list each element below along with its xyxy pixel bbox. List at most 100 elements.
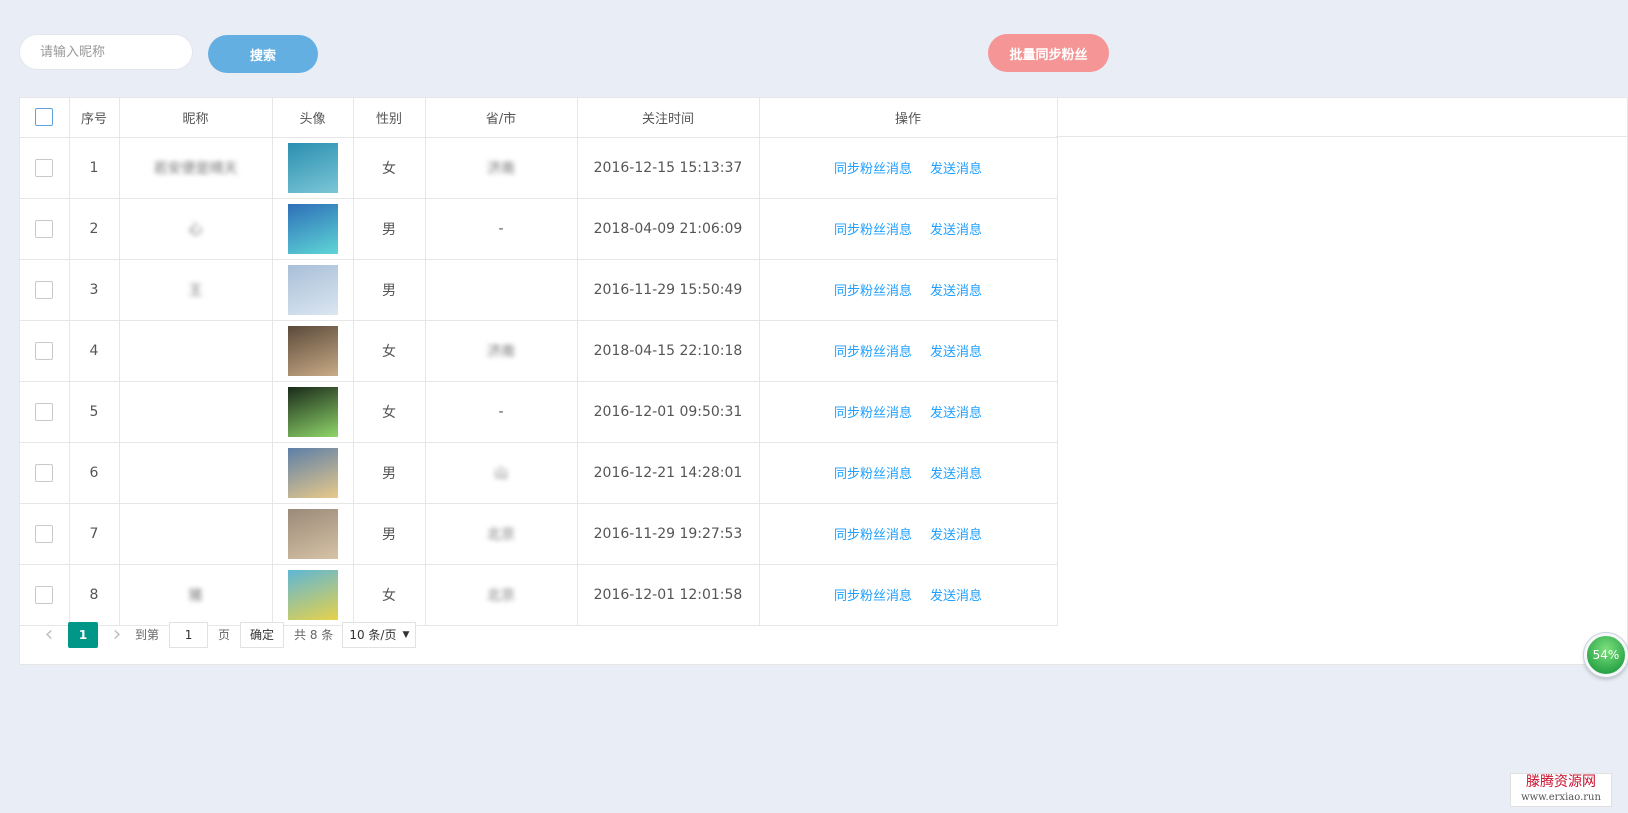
row-follow-time: 2016-11-29 15:50:49: [576, 258, 760, 321]
send-message-link[interactable]: 发送消息: [930, 162, 982, 177]
row-avatar-cell: [271, 197, 354, 260]
row-gender: 女: [352, 319, 426, 382]
table-row: 2 心 男 - 2018-04-09 21:06:09 同步粉丝消息 发送消息: [20, 197, 1058, 260]
row-select-cell: [20, 319, 70, 382]
sync-fan-message-link[interactable]: 同步粉丝消息: [834, 345, 912, 360]
select-all-checkbox[interactable]: [35, 108, 54, 127]
row-avatar-cell: [271, 136, 354, 199]
progress-label: 54%: [1592, 648, 1620, 662]
fans-table: 序号 昵称 头像 性别 省/市 关注时间 操作 1 若安便是晴天女济南 2016-1…: [20, 98, 1058, 626]
table-row: 6 男 山 2016-12-21 14:28:01 同步粉丝消息 发送消息: [20, 441, 1058, 504]
row-region: 北京: [424, 502, 578, 565]
row-region: 山: [424, 441, 578, 504]
row-actions: 同步粉丝消息 发送消息: [758, 380, 1058, 443]
nickname-text: 若安便是晴天: [153, 160, 238, 177]
avatar: [287, 508, 338, 559]
row-region: 济南: [424, 319, 578, 382]
column-header-index: 序号: [68, 98, 120, 138]
prev-page-icon[interactable]: ‹: [36, 623, 62, 645]
row-index: 2: [68, 197, 120, 260]
row-gender: 男: [352, 197, 426, 260]
goto-page-input[interactable]: [169, 621, 209, 648]
search-button[interactable]: 搜索: [208, 35, 318, 73]
row-checkbox[interactable]: [35, 463, 54, 482]
row-actions: 同步粉丝消息 发送消息: [758, 502, 1058, 565]
send-message-link[interactable]: 发送消息: [930, 345, 982, 360]
row-gender: 女: [352, 136, 426, 199]
page-suffix-label: 页: [218, 628, 231, 642]
region-text: 北京: [487, 526, 515, 543]
page-size-select[interactable]: 10 条/页 ▼: [342, 621, 417, 648]
sync-fan-message-link[interactable]: 同步粉丝消息: [834, 284, 912, 299]
total-count-label: 共 8 条: [294, 628, 334, 642]
table-header-filler: [1056, 98, 1627, 137]
send-message-link[interactable]: 发送消息: [930, 223, 982, 238]
row-gender: 女: [352, 380, 426, 443]
next-page-icon[interactable]: ›: [104, 623, 130, 645]
row-select-cell: [20, 258, 70, 321]
nickname-text: 猪: [188, 587, 203, 604]
table-row: 1 若安便是晴天 女 济南 2016-12-15 15:13:37 同步粉丝消息 发送消息: [20, 136, 1058, 199]
row-nickname: [118, 441, 273, 504]
table-row: 3 王 男 2016-11-29 15:50:49 同步粉丝消息 发送消息: [20, 258, 1058, 321]
row-select-cell: [20, 380, 70, 443]
progress-ball[interactable]: 54%: [1584, 633, 1628, 677]
region-text: 山: [494, 465, 508, 482]
row-select-cell: [20, 136, 70, 199]
avatar: [287, 447, 338, 498]
region-text: 济南: [487, 160, 515, 177]
avatar: [287, 325, 338, 376]
row-follow-time: 2016-12-01 09:50:31: [576, 380, 760, 443]
sync-fan-message-link[interactable]: 同步粉丝消息: [834, 528, 912, 543]
sync-fan-message-link[interactable]: 同步粉丝消息: [834, 223, 912, 238]
table-row: 7 男 北京 2016-11-29 19:27:53 同步粉丝消息 发送消息: [20, 502, 1058, 565]
row-select-cell: [20, 197, 70, 260]
fans-table-panel: 序号 昵称 头像 性别 省/市 关注时间 操作 1 若安便是晴天女济南 2016-1…: [19, 97, 1628, 665]
row-checkbox[interactable]: [35, 219, 54, 238]
caret-down-icon: ▼: [402, 629, 410, 640]
row-actions: 同步粉丝消息 发送消息: [758, 319, 1058, 382]
send-message-link[interactable]: 发送消息: [930, 467, 982, 482]
send-message-link[interactable]: 发送消息: [930, 284, 982, 299]
send-message-link[interactable]: 发送消息: [930, 406, 982, 421]
row-nickname: [118, 319, 273, 382]
sync-fan-message-link[interactable]: 同步粉丝消息: [834, 162, 912, 177]
row-checkbox[interactable]: [35, 402, 54, 421]
column-header-gender: 性别: [352, 98, 426, 138]
nickname-text: 心: [188, 221, 203, 238]
column-header-region: 省/市: [424, 98, 578, 138]
pagination: ‹ 1 › 到第 页 确定 共 8 条 10 条/页 ▼: [20, 604, 1627, 665]
row-actions: 同步粉丝消息 发送消息: [758, 197, 1058, 260]
sync-fan-message-link[interactable]: 同步粉丝消息: [834, 467, 912, 482]
nickname-search-input[interactable]: [19, 34, 193, 70]
region-text: 北京: [487, 587, 515, 604]
row-index: 7: [68, 502, 120, 565]
sync-fan-message-link[interactable]: 同步粉丝消息: [834, 406, 912, 421]
row-checkbox[interactable]: [35, 585, 54, 604]
send-message-link[interactable]: 发送消息: [930, 589, 982, 604]
row-checkbox[interactable]: [35, 341, 54, 360]
row-index: 6: [68, 441, 120, 504]
row-checkbox[interactable]: [35, 158, 54, 177]
send-message-link[interactable]: 发送消息: [930, 528, 982, 543]
nickname-text: 王: [188, 282, 203, 299]
goto-confirm-button[interactable]: 确定: [240, 621, 285, 648]
row-avatar-cell: [271, 441, 354, 504]
page-size-value: 10 条/页: [349, 628, 397, 642]
current-page-button[interactable]: 1: [68, 621, 98, 648]
column-header-actions: 操作: [758, 98, 1058, 138]
avatar: [287, 203, 338, 254]
row-checkbox[interactable]: [35, 524, 54, 543]
row-actions: 同步粉丝消息 发送消息: [758, 136, 1058, 199]
avatar: [287, 142, 338, 193]
row-gender: 男: [352, 502, 426, 565]
row-select-cell: [20, 502, 70, 565]
table-row: 4 女 济南 2018-04-15 22:10:18 同步粉丝消息 发送消息: [20, 319, 1058, 382]
batch-sync-fans-button[interactable]: 批量同步粉丝: [988, 34, 1109, 72]
row-checkbox[interactable]: [35, 280, 54, 299]
sync-fan-message-link[interactable]: 同步粉丝消息: [834, 589, 912, 604]
region-text: 济南: [487, 343, 515, 360]
watermark-cn: 滕腾资源网: [1526, 774, 1596, 790]
watermark-en: www.erxiao.run: [1521, 792, 1601, 803]
row-region: -: [424, 197, 578, 260]
